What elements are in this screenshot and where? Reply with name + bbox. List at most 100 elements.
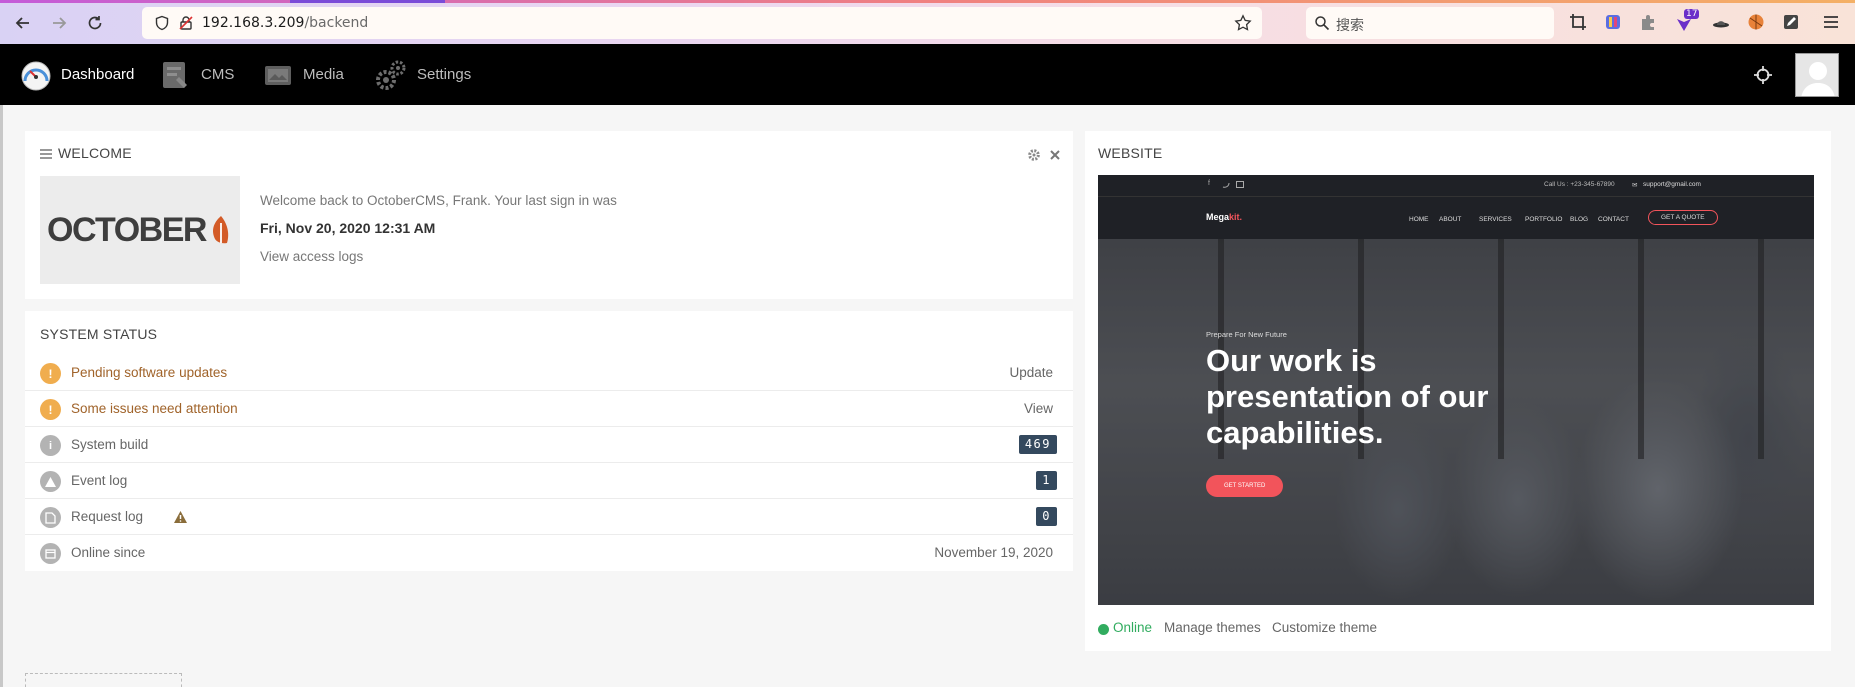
user-avatar-icon — [1796, 54, 1838, 96]
status-row-label: Online since — [71, 545, 146, 560]
status-row-request-log[interactable]: Request log 0 — [25, 499, 1073, 535]
welcome-message: Welcome back to OctoberCMS, Frank. Your … — [260, 193, 617, 208]
status-row-label: Some issues need attention — [71, 401, 238, 416]
status-row-label: Request log — [71, 509, 144, 524]
nav-cms-label: CMS — [201, 66, 235, 83]
move-crosshair-icon[interactable] — [1753, 65, 1773, 85]
view-link[interactable]: View — [1024, 401, 1053, 416]
ball-extension-icon[interactable] — [1747, 13, 1765, 31]
last-signin-date: Fri, Nov 20, 2020 12:31 AM — [260, 220, 436, 236]
edit-extension-icon[interactable] — [1782, 13, 1800, 31]
view-access-logs-link[interactable]: View access logs — [260, 249, 363, 264]
nav-dashboard[interactable]: Dashboard — [20, 44, 134, 105]
status-row-event-log[interactable]: Event log 1 — [25, 463, 1073, 499]
status-row-updates[interactable]: ! Pending software updates Update — [25, 355, 1073, 391]
nav-media[interactable]: Media — [262, 44, 344, 105]
nav-media-label: Media — [303, 66, 344, 83]
build-number-badge: 469 — [1018, 435, 1057, 454]
facebook-icon: f — [1208, 180, 1210, 187]
update-link[interactable]: Update — [1009, 365, 1053, 380]
address-bar[interactable]: 192.168.3.209/backend — [142, 7, 1262, 39]
preview-get-quote: GET A QUOTE — [1648, 210, 1718, 225]
october-logo-text: OCTOBER — [47, 210, 207, 249]
event-log-icon — [40, 471, 61, 492]
forward-button[interactable] — [48, 12, 70, 34]
preview-email: support@gmail.com — [1643, 181, 1701, 188]
site-online-status: Online — [1113, 620, 1153, 635]
extension-count-badge: 17 — [1684, 9, 1700, 19]
nav-settings[interactable]: Settings — [374, 44, 471, 105]
screenshot-crop-icon[interactable] — [1569, 13, 1587, 31]
active-tab-indicator — [290, 0, 445, 3]
bookmark-star-icon[interactable] — [1234, 14, 1252, 32]
website-preview[interactable]: f Call Us : +23-345-67890 ✉ support@gmai… — [1098, 175, 1814, 605]
preview-call: Call Us : +23-345-67890 — [1544, 181, 1615, 188]
preview-headline: Our work is presentation of our capabili… — [1206, 343, 1489, 450]
october-logo: OCTOBER — [40, 176, 240, 284]
request-log-count-badge: 0 — [1036, 507, 1057, 526]
nav-dashboard-label: Dashboard — [61, 66, 135, 83]
media-icon — [265, 65, 291, 85]
status-row-label: Pending software updates — [71, 365, 228, 380]
preview-menu-services: SERVICES — [1479, 216, 1512, 223]
browser-toolbar: 192.168.3.209/backend 搜索 17 — [0, 0, 1855, 44]
extension-colorful-icon[interactable] — [1604, 13, 1622, 31]
customize-theme-link[interactable]: Customize theme — [1272, 620, 1377, 635]
system-status-title: SYSTEM STATUS — [40, 326, 158, 342]
status-row-online-since: Online since November 19, 2020 — [25, 535, 1073, 571]
reload-button[interactable] — [84, 12, 106, 34]
preview-menu-portfolio: PORTFOLIO — [1525, 216, 1563, 223]
dashboard-gauge-icon — [21, 61, 51, 90]
insecure-lock-icon — [179, 16, 193, 30]
online-status-dot-icon — [1098, 624, 1109, 635]
url-text: 192.168.3.209/backend — [202, 15, 369, 31]
preview-menu-contact: CONTACT — [1598, 216, 1629, 223]
warning-icon: ! — [40, 399, 61, 420]
back-button[interactable] — [12, 12, 34, 34]
october-leaf-icon — [212, 216, 229, 244]
back-arrow-icon — [15, 17, 29, 29]
puzzle-extension-icon[interactable] — [1639, 13, 1657, 31]
preview-topbar — [1098, 175, 1814, 197]
reload-icon — [88, 16, 102, 30]
add-widget-placeholder[interactable] — [25, 673, 182, 687]
status-row-issues[interactable]: ! Some issues need attention View — [25, 391, 1073, 427]
welcome-title: WELCOME — [58, 145, 132, 161]
shield-icon — [155, 15, 169, 31]
twitter-icon — [1222, 182, 1230, 188]
avatar[interactable] — [1795, 53, 1839, 97]
search-bar[interactable]: 搜索 — [1306, 7, 1554, 39]
settings-gear-icon — [376, 60, 406, 90]
info-icon: i — [40, 435, 61, 456]
manage-themes-link[interactable]: Manage themes — [1164, 620, 1261, 635]
widget-settings-gear-icon[interactable] — [1027, 148, 1041, 162]
preview-kicker: Prepare For New Future — [1206, 330, 1287, 339]
event-log-count-badge: 1 — [1036, 471, 1057, 490]
request-log-icon — [40, 507, 61, 528]
cms-icon — [163, 61, 187, 88]
hamburger-menu-icon[interactable] — [1822, 13, 1840, 31]
preview-email-icon: ✉ — [1632, 182, 1638, 189]
nav-cms[interactable]: CMS — [160, 44, 234, 105]
preview-brand: Megakit. — [1206, 212, 1243, 222]
preview-menu-about: ABOUT — [1439, 216, 1462, 223]
preview-menu-home: HOME — [1409, 216, 1429, 223]
search-placeholder: 搜索 — [1336, 18, 1364, 34]
preview-menu-blog: BLOG — [1570, 216, 1589, 223]
status-row-label: System build — [71, 437, 149, 452]
hat-extension-icon[interactable] — [1712, 13, 1730, 31]
preview-get-started: GET STARTED — [1206, 475, 1284, 497]
browser-accent-line — [0, 0, 1855, 3]
warning-triangle-icon — [174, 511, 187, 523]
calendar-icon — [40, 543, 61, 564]
website-title: WEBSITE — [1098, 145, 1163, 161]
mail-icon — [1236, 181, 1244, 188]
hamburger-icon[interactable] — [40, 149, 52, 159]
extension-badge-button[interactable]: 17 — [1675, 9, 1700, 33]
status-row-label: Event log — [71, 473, 128, 488]
close-icon[interactable] — [1049, 149, 1061, 161]
forward-arrow-icon — [53, 17, 67, 29]
nav-settings-label: Settings — [417, 66, 472, 83]
status-row-build: i System build 469 — [25, 427, 1073, 463]
warning-icon: ! — [40, 363, 61, 384]
